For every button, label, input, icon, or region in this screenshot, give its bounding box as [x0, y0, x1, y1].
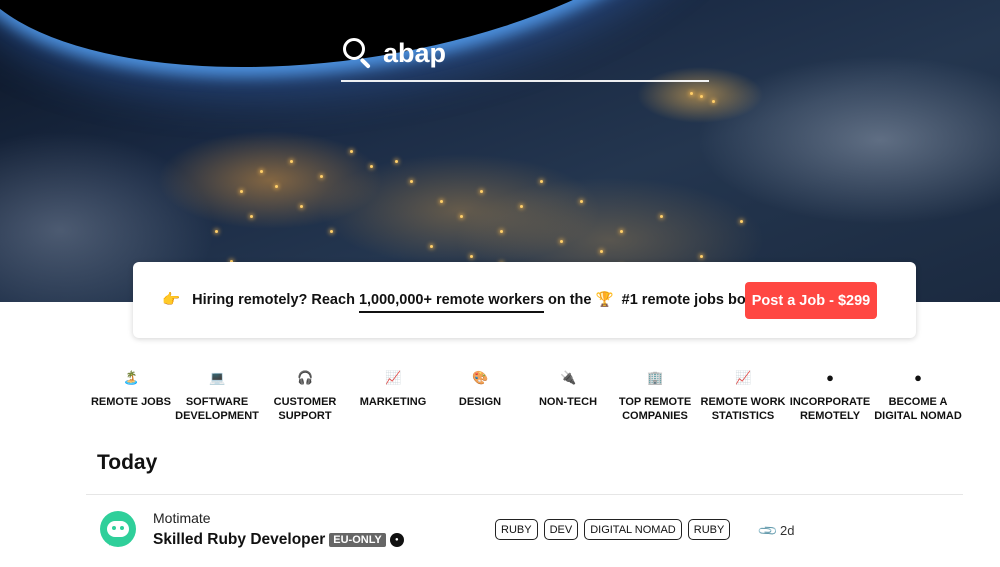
category-software-development[interactable]: 💻 SOFTWARE DEVELOPMENT [172, 368, 262, 423]
category-label: TOP REMOTE COMPANIES [618, 396, 692, 422]
chart-up-icon: 📈 [735, 370, 752, 385]
trophy-icon: 🏆 [595, 292, 614, 308]
category-incorporate-remotely[interactable]: ● INCORPORATE REMOTELY [785, 368, 875, 423]
category-label: INCORPORATE REMOTELY [789, 396, 871, 422]
tag-ruby[interactable]: RUBY [495, 519, 538, 540]
nomad-logo-icon: ● [914, 370, 922, 385]
laptop-icon: 💻 [209, 370, 226, 385]
hiring-text: 👉 Hiring remotely? Reach 1,000,000+ remo… [162, 291, 768, 313]
category-remote-jobs[interactable]: 🏝️ REMOTE JOBS [86, 368, 176, 409]
eu-only-badge: EU-ONLY [329, 533, 386, 547]
company-logo[interactable] [100, 511, 136, 549]
category-nav: 🏝️ REMOTE JOBS 💻 SOFTWARE DEVELOPMENT 🎧 CUSTO… [86, 368, 966, 428]
job-tags: RUBY DEV DIGITAL NOMAD RUBY [495, 519, 736, 540]
category-become-a-digital-nomad[interactable]: ● BECOME A DIGITAL NOMAD [873, 368, 963, 423]
paperclip-icon: 📎 [756, 519, 779, 542]
palette-icon: 🎨 [472, 370, 489, 385]
category-marketing[interactable]: 📈 MARKETING [348, 368, 438, 409]
category-label: NON-TECH [538, 396, 598, 408]
office-building-icon: 🏢 [647, 370, 664, 385]
category-design[interactable]: 🎨 DESIGN [435, 368, 525, 409]
job-title-line[interactable]: Skilled Ruby Developer EU-ONLY ● [153, 531, 404, 549]
incorporate-logo-icon: ● [826, 370, 834, 385]
hiring-text-mid: on the [547, 292, 592, 308]
job-row[interactable]: Motimate Skilled Ruby Developer EU-ONLY … [86, 495, 963, 565]
category-customer-support[interactable]: 🎧 CUSTOMER SUPPORT [260, 368, 350, 423]
hero-banner-image [0, 0, 1000, 302]
tag-dev[interactable]: DEV [543, 519, 579, 540]
category-non-tech[interactable]: 🔌 NON-TECH [523, 368, 613, 409]
category-label: CUSTOMER SUPPORT [273, 396, 337, 422]
category-label: DESIGN [458, 396, 502, 408]
category-label: SOFTWARE DEVELOPMENT [175, 396, 259, 422]
tag-ruby-2[interactable]: RUBY [687, 519, 731, 540]
company-name[interactable]: Motimate [153, 510, 211, 526]
search-icon[interactable] [341, 36, 375, 70]
category-label: BECOME A DIGITAL NOMAD [874, 396, 962, 422]
chart-up-icon: 📈 [385, 370, 402, 385]
section-title: Today [97, 451, 158, 474]
category-top-remote-companies[interactable]: 🏢 TOP REMOTE COMPANIES [610, 368, 700, 423]
category-label: REMOTE JOBS [90, 396, 172, 408]
tag-digital-nomad[interactable]: DIGITAL NOMAD [584, 519, 682, 540]
search-input[interactable] [383, 37, 683, 69]
remote-workers-link[interactable]: 1,000,000+ remote workers [358, 292, 544, 313]
island-icon: 🏝️ [123, 370, 140, 385]
incorporate-logo-icon: ● [389, 533, 404, 547]
category-label: REMOTE WORK STATISTICS [700, 396, 786, 422]
plug-icon: 🔌 [560, 370, 577, 385]
category-label: MARKETING [359, 396, 427, 408]
post-job-button[interactable]: Post a Job - $299 [745, 282, 877, 319]
pointing-hand-icon: 👉 [162, 292, 181, 308]
category-remote-work-statistics[interactable]: 📈 REMOTE WORK STATISTICS [698, 368, 788, 423]
job-age: 2d [780, 523, 795, 538]
job-title[interactable]: Skilled Ruby Developer [153, 531, 325, 549]
hiring-banner: 👉 Hiring remotely? Reach 1,000,000+ remo… [133, 262, 916, 338]
headphones-icon: 🎧 [297, 370, 314, 385]
hiring-text-prefix: Hiring remotely? Reach [192, 292, 355, 308]
search-bar[interactable] [341, 26, 709, 82]
